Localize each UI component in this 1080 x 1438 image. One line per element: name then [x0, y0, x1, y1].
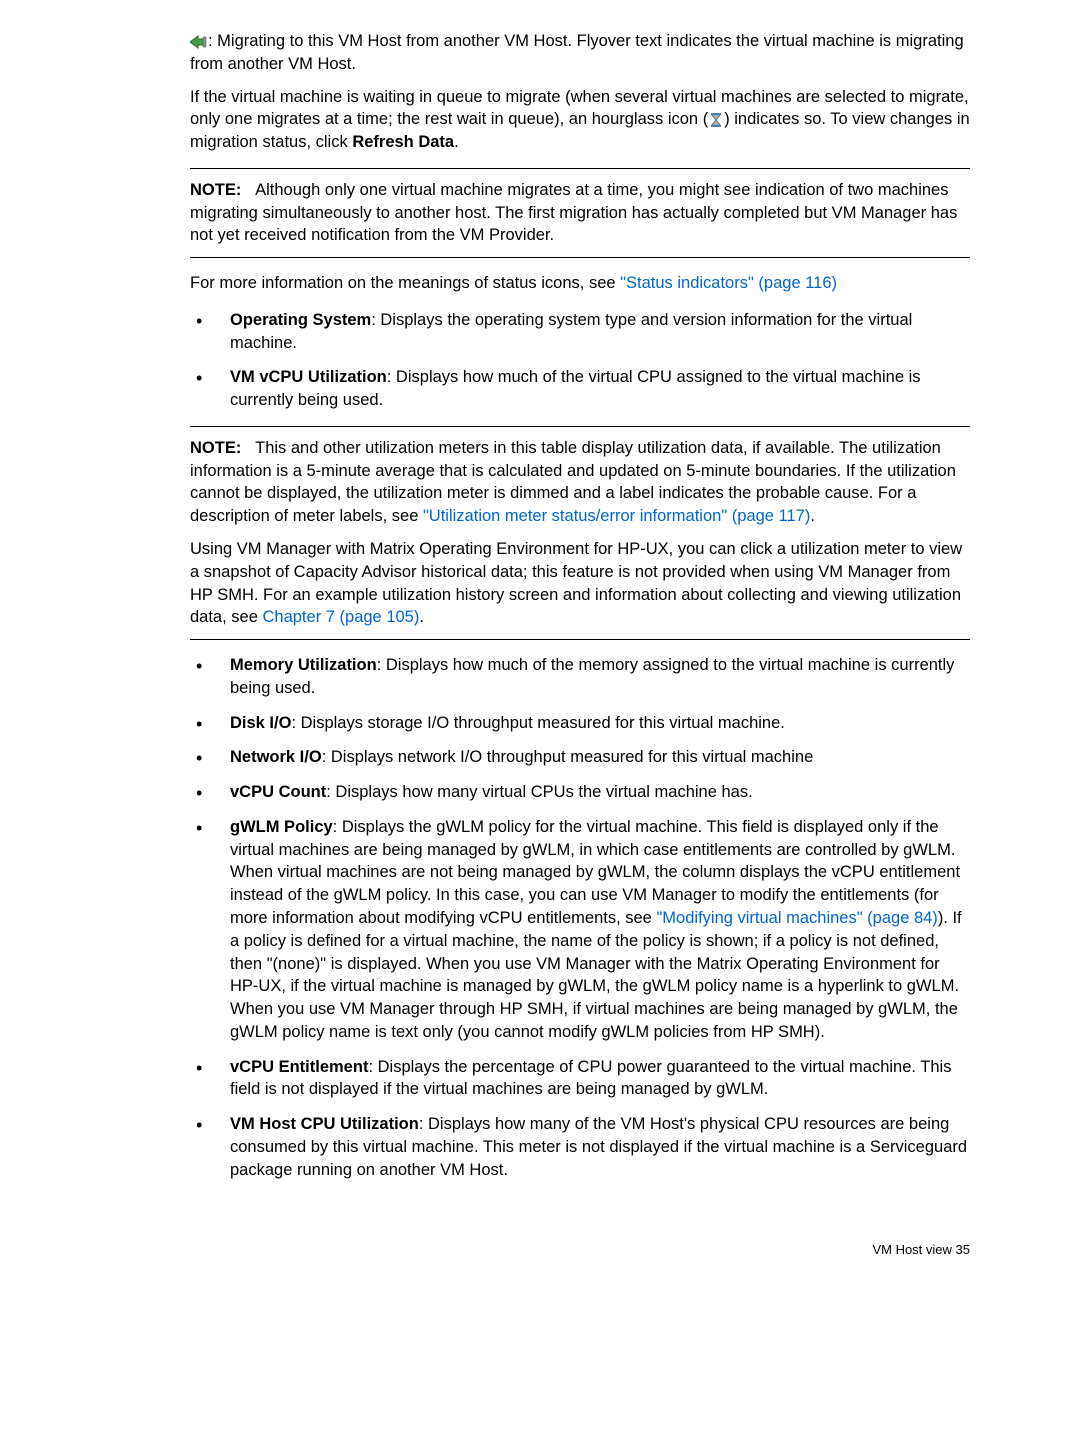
- bullet-os: Operating System: Displays the operating…: [190, 309, 970, 355]
- refresh-data-label: Refresh Data: [352, 133, 454, 151]
- bullet-disk-io: Disk I/O: Displays storage I/O throughpu…: [190, 712, 970, 735]
- gwlm-text-b: ). If a policy is defined for a virtual …: [230, 909, 962, 1041]
- chapter7-link[interactable]: Chapter 7 (page 105): [262, 608, 419, 626]
- disk-io-title: Disk I/O: [230, 714, 291, 732]
- host-cpu-title: VM Host CPU Utilization: [230, 1115, 419, 1133]
- bullet-net-io: Network I/O: Displays network I/O throug…: [190, 746, 970, 769]
- bullet-gwlm: gWLM Policy: Displays the gWLM policy fo…: [190, 816, 970, 1044]
- util-meter-link[interactable]: "Utilization meter status/error informat…: [423, 507, 810, 525]
- note-block-2: NOTE: This and other utilization meters …: [190, 426, 970, 640]
- mem-util-title: Memory Utilization: [230, 656, 377, 674]
- vcpu-count-text: : Displays how many virtual CPUs the vir…: [326, 783, 752, 801]
- disk-io-text: : Displays storage I/O throughput measur…: [291, 714, 784, 732]
- status-info-line: For more information on the meanings of …: [190, 272, 970, 295]
- migrate-to-icon: [190, 34, 208, 50]
- vcpu-util-title: VM vCPU Utilization: [230, 368, 387, 386]
- bullet-vcpu-ent: vCPU Entitlement: Displays the percentag…: [190, 1056, 970, 1102]
- net-io-title: Network I/O: [230, 748, 322, 766]
- note-block-1: NOTE: Although only one virtual machine …: [190, 168, 970, 258]
- migrate-paragraph: : Migrating to this VM Host from another…: [190, 30, 970, 76]
- queue-paragraph: If the virtual machine is waiting in que…: [190, 86, 970, 154]
- note1-text: Although only one virtual machine migrat…: [190, 181, 957, 245]
- hourglass-icon: [708, 112, 724, 128]
- os-title: Operating System: [230, 311, 371, 329]
- queue-text-c: .: [454, 133, 459, 151]
- vcpu-count-title: vCPU Count: [230, 783, 326, 801]
- page-footer: VM Host view 35: [190, 1241, 970, 1259]
- note2-para2-b: .: [419, 608, 424, 626]
- bullet-vcpu-count: vCPU Count: Displays how many virtual CP…: [190, 781, 970, 804]
- footer-text: VM Host view 35: [872, 1242, 970, 1257]
- status-indicators-link[interactable]: "Status indicators" (page 116): [620, 274, 837, 292]
- bullet-vcpu-util: VM vCPU Utilization: Displays how much o…: [190, 366, 970, 640]
- vcpu-ent-title: vCPU Entitlement: [230, 1058, 368, 1076]
- bullet-host-cpu: VM Host CPU Utilization: Displays how ma…: [190, 1113, 970, 1181]
- migrate-text: : Migrating to this VM Host from another…: [190, 32, 964, 73]
- modify-vm-link[interactable]: "Modifying virtual machines" (page 84): [656, 909, 937, 927]
- net-io-text: : Displays network I/O throughput measur…: [322, 748, 814, 766]
- status-line-a: For more information on the meanings of …: [190, 274, 620, 292]
- note2-text-b: .: [810, 507, 815, 525]
- note2-label: NOTE:: [190, 439, 241, 457]
- bullet-mem-util: Memory Utilization: Displays how much of…: [190, 654, 970, 700]
- note1-label: NOTE:: [190, 181, 241, 199]
- gwlm-title: gWLM Policy: [230, 818, 333, 836]
